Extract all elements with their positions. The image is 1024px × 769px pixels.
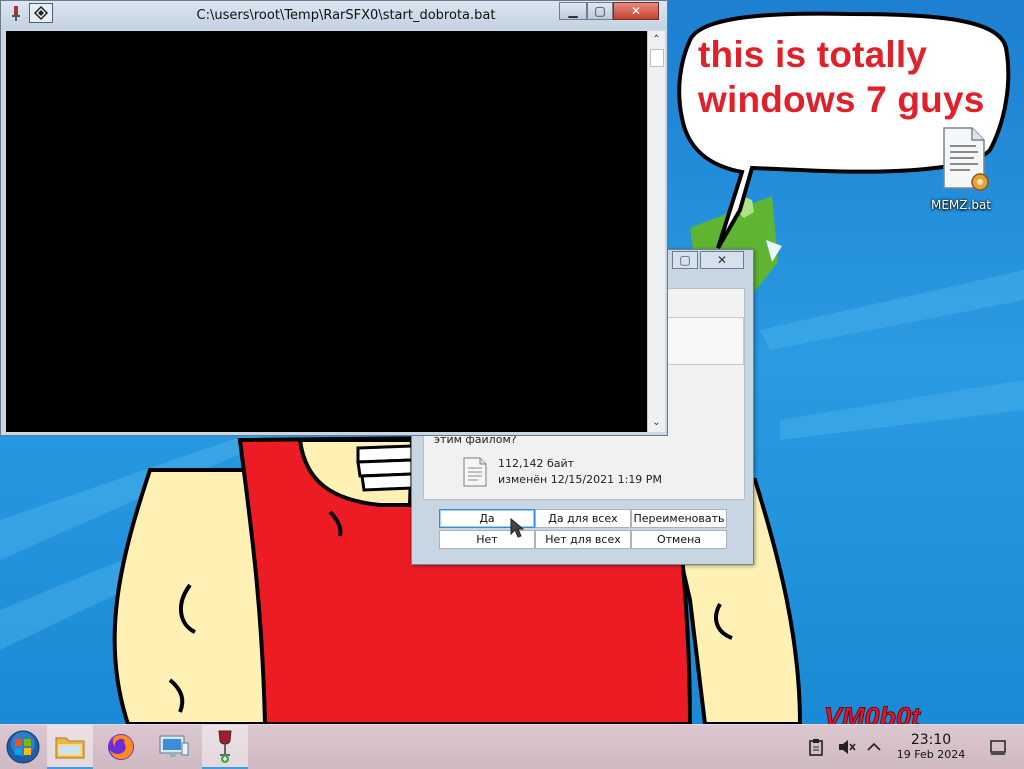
bubble-line-1: this is totally: [698, 34, 928, 75]
desktop: VM0b0t this is totally windows 7 guys ME…: [0, 0, 1024, 724]
scroll-thumb[interactable]: [650, 49, 664, 67]
minimize-button[interactable]: ▁: [559, 2, 587, 20]
cancel-button[interactable]: Отмена: [631, 530, 727, 549]
console-window[interactable]: C:\users\root\Temp\RarSFX0\start_dobrota…: [0, 0, 668, 436]
taskbar-remote-desktop[interactable]: [151, 725, 197, 769]
yes-to-all-button[interactable]: Да для всех: [535, 509, 631, 528]
show-desktop-icon[interactable]: [988, 737, 1008, 757]
clock-time: 23:10: [910, 732, 952, 748]
file-icon: [463, 457, 487, 487]
speech-bubble: this is totally windows 7 guys: [698, 32, 998, 122]
system-menu-button[interactable]: [29, 3, 53, 23]
batch-file-icon: [943, 127, 989, 191]
taskbar-clock[interactable]: 23:10 19 Feb 2024: [888, 732, 974, 762]
scroll-up-button[interactable]: ⌃: [648, 31, 665, 48]
clock-date: 19 Feb 2024: [896, 748, 966, 761]
bubble-line-2: windows 7 guys: [698, 79, 985, 120]
maximize-button[interactable]: ▢: [587, 2, 613, 20]
console-output[interactable]: [6, 31, 647, 432]
file-size: 112,142 байт: [498, 457, 575, 470]
computer-monitor-icon: [159, 735, 189, 757]
close-button[interactable]: ✕: [613, 2, 659, 20]
console-scrollbar[interactable]: ⌃ ⌄: [647, 31, 665, 432]
vm-watermark: VM0b0t: [824, 702, 921, 724]
folder-icon: [55, 737, 85, 759]
diamond-menu-icon: [33, 5, 49, 21]
taskbar-wine-console[interactable]: [202, 725, 248, 769]
taskbar-firefox[interactable]: [98, 725, 144, 769]
no-to-all-button[interactable]: Нет для всех: [535, 530, 631, 549]
scroll-down-button[interactable]: ⌄: [648, 414, 665, 431]
taskbar-file-explorer[interactable]: [47, 725, 93, 769]
file-modified: изменён 12/15/2021 1:19 PM: [498, 473, 662, 486]
wine-glass-icon: [218, 730, 232, 763]
console-titlebar[interactable]: C:\users\root\Temp\RarSFX0\start_dobrota…: [1, 1, 667, 29]
rename-button[interactable]: Переименовать: [631, 509, 727, 528]
taskbar: 23:10 19 Feb 2024: [0, 724, 1024, 769]
firefox-icon: [108, 734, 134, 760]
desktop-icon-label: MEMZ.bat: [931, 198, 991, 212]
mouse-cursor-icon: [510, 518, 524, 538]
windows-start-orb-icon: [6, 730, 40, 764]
dialog-close-button[interactable]: ✕: [700, 251, 744, 269]
clipboard-icon[interactable]: [806, 737, 826, 757]
chevron-up-icon[interactable]: [864, 737, 884, 757]
desktop-icon-memz[interactable]: MEMZ.bat: [924, 126, 998, 212]
dialog-maximize-button[interactable]: ▢: [672, 251, 698, 269]
cmd-app-icon: [12, 6, 20, 21]
start-button[interactable]: [0, 725, 46, 769]
volume-muted-icon[interactable]: [836, 737, 856, 757]
console-title: C:\users\root\Temp\RarSFX0\start_dobrota…: [196, 8, 496, 23]
